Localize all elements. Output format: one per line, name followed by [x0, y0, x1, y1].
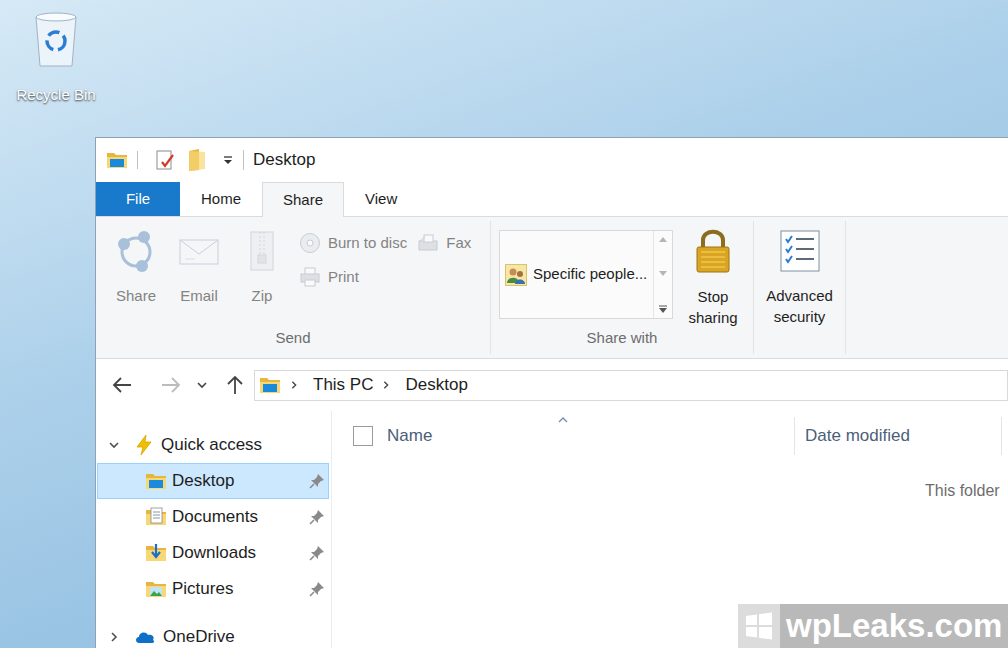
scroll-down-icon [658, 270, 668, 278]
desktop: Recycle BinDesktopFileHomeShareViewShare… [0, 0, 1008, 648]
nav-item[interactable]: OneDrive [97, 619, 329, 648]
ribbon-tab[interactable]: View [344, 182, 418, 216]
desktop-folder-icon [259, 374, 281, 396]
ribbon-tab[interactable]: Share [262, 182, 344, 217]
nav-item[interactable]: Quick access [97, 427, 329, 463]
gallery-expand-button[interactable] [658, 304, 668, 314]
advanced-security-button[interactable]: Advanced security [757, 229, 843, 354]
back-arrow-icon [111, 375, 133, 395]
breadcrumb[interactable]: This PC [313, 372, 373, 398]
quick-access-star-icon [134, 434, 154, 456]
documents-folder-icon [145, 506, 167, 528]
ribbon-large-button[interactable]: Zip [234, 229, 290, 306]
customize-toolbar-button[interactable] [222, 154, 234, 166]
forward-arrow-icon [160, 375, 182, 395]
scroll-down-button[interactable] [658, 270, 668, 278]
desktop-folder-icon [106, 149, 128, 171]
ribbon-small-button[interactable]: Burn to disc [299, 230, 407, 256]
watermark: wpLeaks.com [738, 604, 1008, 648]
padlock-icon [693, 226, 733, 274]
recent-locations-icon[interactable] [196, 379, 208, 391]
ribbon-tab[interactable]: Home [180, 182, 262, 216]
ribbon-group-label: Share with [491, 328, 753, 348]
pictures-folder-icon [145, 578, 167, 600]
pin-icon[interactable] [308, 508, 326, 526]
new-folder-button[interactable] [187, 148, 207, 172]
scroll-up-icon [658, 235, 668, 243]
gallery-item[interactable]: Specific people... [505, 261, 653, 288]
address-box[interactable]: This PC Desktop [254, 370, 1008, 401]
desktop-icon[interactable]: Recycle Bin [6, 8, 106, 107]
share-with-group: Specific people... Stop sharingShare with [491, 221, 754, 354]
downloads-folder-icon [145, 542, 167, 564]
recycle-bin-icon [28, 8, 84, 70]
expand-chevron-icon[interactable] [108, 631, 120, 643]
pin-icon[interactable] [308, 544, 326, 562]
breadcrumb-separator-icon[interactable] [381, 380, 391, 390]
ribbon: ShareEmailZipBurn to discPrintFaxSendSpe… [96, 217, 1008, 359]
nav-item[interactable]: Downloads [97, 535, 329, 571]
scroll-up-button[interactable] [658, 235, 668, 243]
expand-icon [658, 304, 668, 314]
recent-locations-button[interactable] [196, 379, 208, 391]
title-bar: Desktop [96, 138, 1008, 182]
ribbon-group-label: Send [96, 328, 490, 348]
file-explorer-window: DesktopFileHomeShareViewShareEmailZipBur… [95, 137, 1008, 648]
navigation-bar: This PC Desktop [96, 359, 1008, 411]
properties-button[interactable] [154, 149, 176, 171]
column-headers: NameDate modified [332, 417, 1008, 455]
empty-folder-message: This folder [332, 482, 1008, 500]
share-with-gallery[interactable]: Specific people... [499, 230, 673, 319]
dropdown-caret-icon [222, 154, 234, 166]
breadcrumb[interactable]: Desktop [405, 372, 467, 398]
sort-ascending-icon [558, 417, 568, 423]
ribbon-tabs: FileHomeShareView [96, 182, 1008, 217]
nav-item[interactable]: Documents [97, 499, 329, 535]
forward-button[interactable] [160, 375, 182, 395]
gallery-scroll [653, 231, 672, 318]
specific-people-icon [505, 264, 527, 286]
nav-item[interactable]: Desktop [97, 463, 329, 499]
window-icon[interactable] [106, 149, 128, 171]
onedrive-cloud-icon [134, 626, 156, 648]
up-button[interactable] [225, 374, 245, 396]
desktop-folder-icon [145, 470, 167, 492]
checklist-icon [778, 229, 822, 273]
email-icon [177, 229, 221, 273]
ribbon-tab[interactable]: File [96, 182, 180, 216]
up-arrow-icon [225, 374, 245, 396]
breadcrumb-separator-icon[interactable] [289, 380, 299, 390]
send-group: ShareEmailZip Burn to disc Print Fax Send [96, 221, 491, 354]
nav-item[interactable]: Pictures [97, 571, 329, 607]
ribbon-small-button[interactable]: Print [299, 264, 407, 290]
column-header[interactable]: Name [373, 417, 794, 455]
security-group: Advanced security [754, 221, 846, 354]
printer-icon [299, 266, 321, 288]
properties-icon [154, 149, 176, 171]
windows-logo-icon [744, 611, 774, 641]
zip-icon [240, 229, 284, 273]
share-icon [114, 229, 158, 273]
fax-icon [417, 232, 439, 254]
ribbon-large-button[interactable]: Email [171, 229, 227, 306]
column-header[interactable]: Date modified [794, 417, 1001, 455]
navigation-pane: Quick accessDesktopDocumentsDownloadsPic… [96, 411, 332, 648]
select-all-checkbox[interactable] [353, 426, 373, 446]
pin-icon[interactable] [308, 580, 326, 598]
pin-icon[interactable] [308, 472, 326, 490]
collapse-chevron-icon[interactable] [108, 439, 120, 451]
window-title: Desktop [253, 147, 315, 173]
new-folder-icon [187, 148, 207, 172]
ribbon-small-button[interactable]: Fax [417, 230, 471, 256]
back-button[interactable] [111, 375, 133, 395]
ribbon-large-button[interactable]: Share [108, 229, 164, 306]
stop-sharing-button[interactable]: Stop sharing [681, 230, 745, 328]
burn-disc-icon [299, 232, 321, 254]
